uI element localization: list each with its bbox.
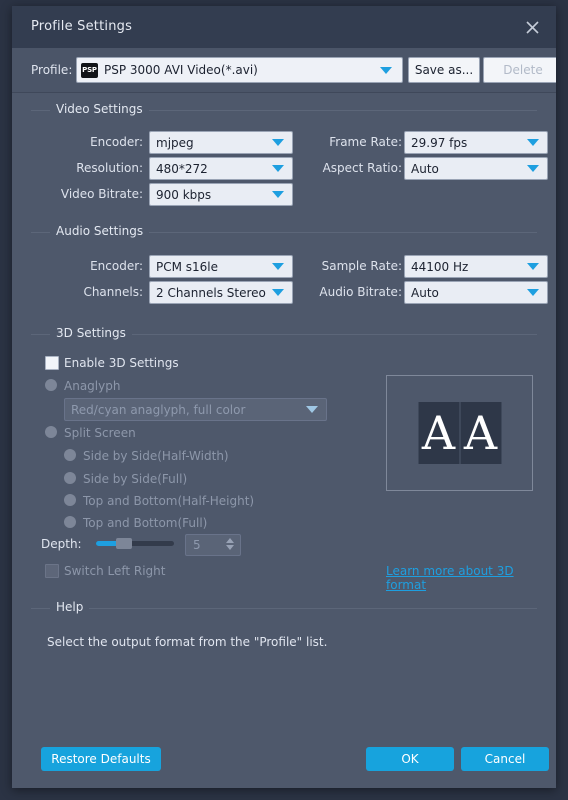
video-resolution-select[interactable]: 480*272 bbox=[149, 157, 293, 180]
switch-left-right-checkbox bbox=[45, 564, 59, 578]
depth-label: Depth: bbox=[41, 537, 82, 551]
profile-settings-dialog: Profile Settings Profile: PSP PSP 3000 A… bbox=[12, 6, 556, 788]
restore-defaults-button[interactable]: Restore Defaults bbox=[41, 747, 161, 771]
threed-preview: A A bbox=[386, 375, 533, 491]
side-by-side-full-radio bbox=[64, 472, 76, 484]
video-encoder-select[interactable]: mjpeg bbox=[149, 131, 293, 154]
top-bottom-full-label: Top and Bottom(Full) bbox=[83, 516, 208, 530]
chevron-down-icon bbox=[527, 139, 539, 146]
cancel-button[interactable]: Cancel bbox=[461, 747, 549, 771]
chevron-down-icon bbox=[272, 263, 284, 270]
aspect-ratio-label: Aspect Ratio: bbox=[322, 161, 402, 175]
video-encoder-value: mjpeg bbox=[156, 135, 194, 150]
video-bitrate-label: Video Bitrate: bbox=[60, 187, 143, 201]
audio-bitrate-label: Audio Bitrate: bbox=[319, 285, 402, 299]
video-encoder-label: Encoder: bbox=[90, 135, 143, 149]
ok-button[interactable]: OK bbox=[366, 747, 454, 771]
page-title: Profile Settings bbox=[31, 19, 133, 34]
title-bar: Profile Settings bbox=[12, 6, 556, 48]
depth-slider[interactable] bbox=[96, 538, 174, 549]
aspect-ratio-value: Auto bbox=[411, 161, 439, 176]
anaglyph-type-value: Red/cyan anaglyph, full color bbox=[71, 402, 246, 417]
frame-rate-value: 29.97 fps bbox=[411, 135, 468, 150]
chevron-down-icon bbox=[527, 263, 539, 270]
switch-left-right-label: Switch Left Right bbox=[64, 564, 166, 578]
side-by-side-full-label: Side by Side(Full) bbox=[83, 472, 188, 486]
aspect-ratio-select[interactable]: Auto bbox=[404, 157, 548, 180]
depth-value: 5 bbox=[193, 538, 201, 552]
chevron-down-icon bbox=[272, 289, 284, 296]
help-title: Help bbox=[50, 600, 90, 614]
chevron-down-icon bbox=[380, 67, 392, 74]
frame-rate-select[interactable]: 29.97 fps bbox=[404, 131, 548, 154]
chevron-down-icon bbox=[272, 139, 284, 146]
profile-row: Profile: PSP PSP 3000 AVI Video(*.avi) S… bbox=[12, 48, 556, 93]
group-divider bbox=[31, 608, 537, 609]
preview-glyphs: A A bbox=[418, 402, 501, 464]
enable-3d-checkbox[interactable] bbox=[45, 356, 59, 370]
depth-stepper[interactable]: 5 bbox=[185, 534, 241, 556]
stepper-arrows[interactable] bbox=[226, 538, 234, 550]
frame-rate-label: Frame Rate: bbox=[329, 135, 402, 149]
video-bitrate-value: 900 kbps bbox=[156, 187, 212, 202]
close-icon[interactable] bbox=[518, 14, 546, 40]
profile-selected-value: PSP 3000 AVI Video(*.avi) bbox=[104, 63, 258, 77]
chevron-down-icon bbox=[272, 165, 284, 172]
split-screen-radio bbox=[45, 426, 57, 438]
profile-label: Profile: bbox=[31, 63, 73, 77]
sample-rate-select[interactable]: 44100 Hz bbox=[404, 255, 548, 278]
top-bottom-half-label: Top and Bottom(Half-Height) bbox=[83, 494, 255, 508]
video-settings-title: Video Settings bbox=[50, 102, 149, 116]
sample-rate-label: Sample Rate: bbox=[321, 259, 402, 273]
audio-encoder-value: PCM s16le bbox=[156, 259, 219, 274]
audio-encoder-select[interactable]: PCM s16le bbox=[149, 255, 293, 278]
chevron-down-icon bbox=[527, 165, 539, 172]
save-as-button[interactable]: Save as... bbox=[408, 57, 480, 83]
chevron-up-icon[interactable] bbox=[226, 538, 234, 543]
profile-select[interactable]: PSP PSP 3000 AVI Video(*.avi) bbox=[76, 57, 403, 83]
enable-3d-label: Enable 3D Settings bbox=[64, 356, 179, 370]
audio-encoder-label: Encoder: bbox=[90, 259, 143, 273]
audio-channels-value: 2 Channels Stereo bbox=[156, 285, 266, 300]
audio-channels-select[interactable]: 2 Channels Stereo bbox=[149, 281, 293, 304]
video-resolution-label: Resolution: bbox=[76, 161, 143, 175]
chevron-down-icon[interactable] bbox=[226, 545, 234, 550]
anaglyph-label: Anaglyph bbox=[64, 379, 121, 393]
threed-settings-title: 3D Settings bbox=[50, 326, 132, 340]
anaglyph-radio bbox=[45, 379, 57, 391]
learn-more-3d-link[interactable]: Learn more about 3D format bbox=[386, 564, 556, 592]
video-resolution-value: 480*272 bbox=[156, 161, 208, 176]
chevron-down-icon bbox=[306, 406, 318, 413]
audio-settings-title: Audio Settings bbox=[50, 224, 150, 238]
help-text: Select the output format from the "Profi… bbox=[47, 635, 328, 649]
preview-glyph-right: A bbox=[460, 402, 501, 464]
sample-rate-value: 44100 Hz bbox=[411, 259, 469, 274]
top-bottom-full-radio bbox=[64, 516, 76, 528]
depth-slider-thumb[interactable] bbox=[116, 538, 132, 549]
audio-bitrate-value: Auto bbox=[411, 285, 439, 300]
chevron-down-icon bbox=[272, 191, 284, 198]
delete-button: Delete bbox=[483, 57, 556, 83]
video-bitrate-select[interactable]: 900 kbps bbox=[149, 183, 293, 206]
side-by-side-half-label: Side by Side(Half-Width) bbox=[83, 449, 229, 463]
preview-glyph-left: A bbox=[418, 402, 459, 464]
audio-bitrate-select[interactable]: Auto bbox=[404, 281, 548, 304]
psp-icon: PSP bbox=[81, 62, 98, 78]
top-bottom-half-radio bbox=[64, 494, 76, 506]
side-by-side-half-radio bbox=[64, 449, 76, 461]
anaglyph-type-select: Red/cyan anaglyph, full color bbox=[64, 398, 327, 421]
split-screen-label: Split Screen bbox=[64, 426, 136, 440]
audio-channels-label: Channels: bbox=[83, 285, 143, 299]
chevron-down-icon bbox=[527, 289, 539, 296]
